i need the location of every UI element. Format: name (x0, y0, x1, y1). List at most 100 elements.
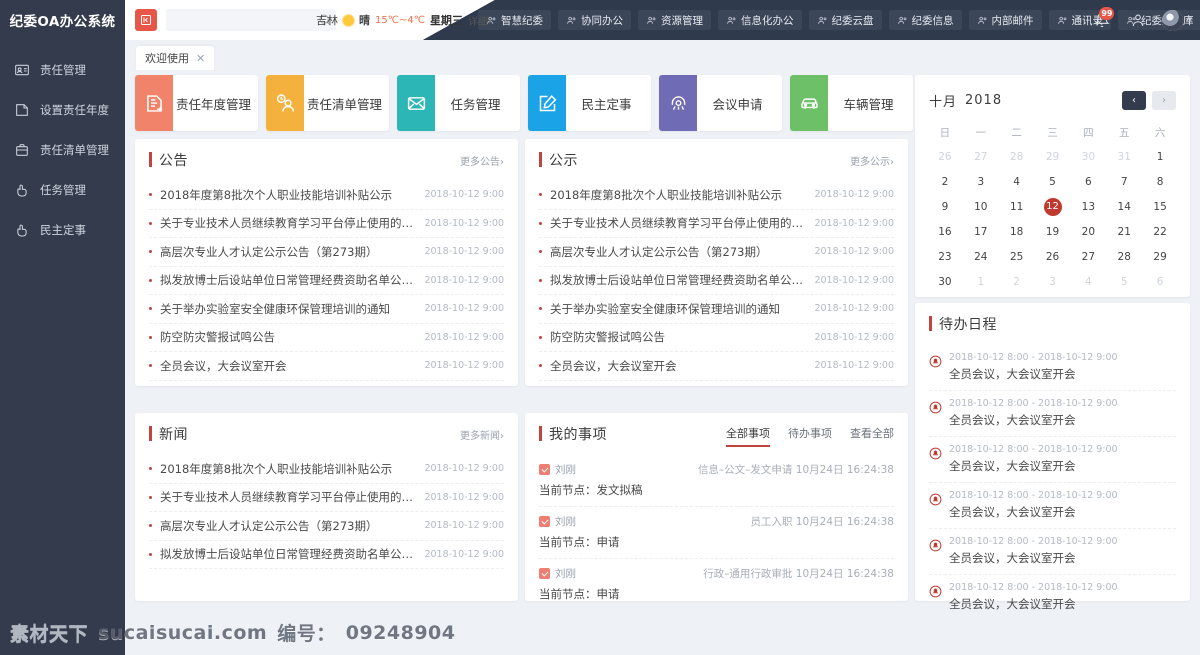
calendar-day[interactable]: 31 (1106, 144, 1142, 169)
calendar-day[interactable]: 27 (963, 144, 999, 169)
schedule-row[interactable]: 2018-10-12 8:00 - 2018-10-12 9:00 全员会议，大会… (929, 437, 1176, 483)
calendar-day[interactable]: 30 (927, 269, 963, 294)
announcement-row[interactable]: 拟发放博士后设站单位日常管理经费资助名单公示... 2018-10-12 9:00 (149, 267, 504, 295)
calendar-day[interactable]: 4 (999, 169, 1035, 194)
calendar-day[interactable]: 17 (963, 219, 999, 244)
calendar-day[interactable]: 25 (999, 244, 1035, 269)
more-publicity-link[interactable]: 更多公示› (850, 153, 894, 168)
calendar-day[interactable]: 28 (999, 144, 1035, 169)
calendar-day[interactable]: 6 (1142, 269, 1178, 294)
calendar-day[interactable]: 7 (1106, 169, 1142, 194)
my-item-row[interactable]: 刘刚 信息–公文–发文申请 10月24日 16:24:38 当前节点：发文拟稿 (539, 455, 894, 507)
calendar-day[interactable]: 14 (1106, 194, 1142, 219)
news-row[interactable]: 关于专业技术人员继续教育学习平台停止使用的温馨提示 2018-10-12 9:00 (149, 484, 504, 512)
shortcut-card-6[interactable]: 车辆管理 (790, 75, 913, 131)
calendar-day[interactable]: 1 (963, 269, 999, 294)
calendar-day[interactable]: 10 (963, 194, 999, 219)
news-row[interactable]: 2018年度第8批次个人职业技能培训补贴公示 2018-10-12 9:00 (149, 455, 504, 484)
calendar-day[interactable]: 5 (1106, 269, 1142, 294)
shortcut-card-1[interactable]: 责任年度管理 (135, 75, 258, 131)
publicity-row[interactable]: 高层次专业人才认定公示公告（第273期） 2018-10-12 9:00 (539, 238, 894, 267)
calendar-day[interactable]: 24 (963, 244, 999, 269)
notifications-button[interactable]: 99 (1084, 0, 1120, 40)
calendar-day[interactable]: 13 (1070, 194, 1106, 219)
calendar-day[interactable]: 20 (1070, 219, 1106, 244)
announcement-row[interactable]: 全员会议，大会议室开会 2018-10-12 9:00 (149, 352, 504, 381)
calendar-day[interactable]: 2 (927, 169, 963, 194)
more-news-link[interactable]: 更多新闻› (460, 427, 504, 442)
calendar-day[interactable]: 29 (1035, 144, 1071, 169)
top-nav-item-2[interactable]: 协同办公 (558, 10, 631, 30)
top-nav-item-6[interactable]: 纪委信息 (888, 10, 962, 30)
top-nav-item-7[interactable]: 内部邮件 (968, 10, 1042, 30)
sidebar-item-4[interactable]: 任务管理 (0, 170, 125, 210)
announcement-row[interactable]: 关于举办实验室安全健康环保管理培训的通知 2018-10-12 9:00 (149, 295, 504, 324)
shortcut-card-4[interactable]: 民主定事 (528, 75, 651, 131)
search-box[interactable] (166, 9, 336, 31)
chevron-right-icon[interactable]: › (1152, 91, 1176, 110)
my-items-tab-1[interactable]: 全部事项 (726, 413, 770, 455)
calendar-day[interactable]: 3 (963, 169, 999, 194)
sidebar-item-2[interactable]: 设置责任年度 (0, 90, 125, 130)
my-items-tab-2[interactable]: 待办事项 (788, 413, 832, 455)
sidebar-item-3[interactable]: 责任清单管理 (0, 130, 125, 170)
my-item-row[interactable]: 刘刚 员工入职 10月24日 16:24:38 当前节点：申请 (539, 507, 894, 559)
chevron-left-icon[interactable]: ‹ (1122, 91, 1146, 110)
calendar-day[interactable]: 5 (1035, 169, 1071, 194)
shortcut-card-2[interactable]: 责任清单管理 (266, 75, 389, 131)
publicity-row[interactable]: 关于举办实验室安全健康环保管理培训的通知 2018-10-12 9:00 (539, 295, 894, 324)
calendar-day[interactable]: 26 (1035, 244, 1071, 269)
shortcut-card-5[interactable]: 会议申请 (659, 75, 782, 131)
calendar-day[interactable]: 29 (1142, 244, 1178, 269)
announcement-row[interactable]: 关于专业技术人员继续教育学习平台停止使用的温馨提示 2018-10-12 9:00 (149, 210, 504, 238)
more-announcements-link[interactable]: 更多公告› (460, 153, 504, 168)
publicity-row[interactable]: 防空防灾警报试鸣公告 2018-10-12 9:00 (539, 324, 894, 352)
announcement-row[interactable]: 防空防灾警报试鸣公告 2018-10-12 9:00 (149, 324, 504, 352)
announcement-row[interactable]: 2018年度第8批次个人职业技能培训补贴公示 2018-10-12 9:00 (149, 181, 504, 210)
calendar-day[interactable]: 27 (1070, 244, 1106, 269)
calendar-day[interactable]: 4 (1070, 269, 1106, 294)
schedule-row[interactable]: 2018-10-12 8:00 - 2018-10-12 9:00 全员会议，大会… (929, 529, 1176, 575)
calendar-day[interactable]: 8 (1142, 169, 1178, 194)
my-item-row[interactable]: 刘刚 行政–通用行政审批 10月24日 16:24:38 当前节点：申请 (539, 559, 894, 611)
search-input[interactable] (173, 11, 318, 29)
schedule-row[interactable]: 2018-10-12 8:00 - 2018-10-12 9:00 全员会议，大会… (929, 483, 1176, 529)
calendar-day[interactable]: 11 (999, 194, 1035, 219)
calendar-day[interactable]: 22 (1142, 219, 1178, 244)
top-nav-item-5[interactable]: 纪委云盘 (808, 10, 882, 30)
calendar-day[interactable]: 9 (927, 194, 963, 219)
calendar-day[interactable]: 15 (1142, 194, 1178, 219)
news-row[interactable]: 拟发放博士后设站单位日常管理经费资助名单公示... 2018-10-12 9:00 (149, 541, 504, 569)
calendar-day[interactable]: 30 (1070, 144, 1106, 169)
schedule-row[interactable]: 2018-10-12 8:00 - 2018-10-12 9:00 全员会议，大会… (929, 391, 1176, 437)
calendar-day[interactable]: 18 (999, 219, 1035, 244)
top-nav-item-4[interactable]: 信息化办公 (718, 10, 802, 30)
schedule-row[interactable]: 2018-10-12 8:00 - 2018-10-12 9:00 全员会议，大会… (929, 345, 1176, 391)
announcement-row[interactable]: 高层次专业人才认定公示公告（第273期） 2018-10-12 9:00 (149, 238, 504, 267)
sidebar-item-1[interactable]: 责任管理 (0, 50, 125, 90)
calendar-day[interactable]: 21 (1106, 219, 1142, 244)
publicity-row[interactable]: 关于专业技术人员继续教育学习平台停止使用的温馨提示 2018-10-12 9:00 (539, 210, 894, 238)
calendar-day[interactable]: 3 (1035, 269, 1071, 294)
calendar-day[interactable]: 1 (1142, 144, 1178, 169)
news-row[interactable]: 高层次专业人才认定公示公告（第273期） 2018-10-12 9:00 (149, 512, 504, 541)
calendar-day[interactable]: 16 (927, 219, 963, 244)
top-nav-item-3[interactable]: 资源管理 (638, 10, 711, 30)
publicity-row[interactable]: 全员会议，大会议室开会 2018-10-12 9:00 (539, 352, 894, 381)
weather-detail-link[interactable]: 详细› (468, 13, 492, 28)
user-account-button[interactable] (1120, 0, 1156, 40)
calendar-day[interactable]: 19 (1035, 219, 1071, 244)
menu-collapse-icon[interactable] (135, 9, 157, 31)
calendar-day[interactable]: 28 (1106, 244, 1142, 269)
calendar-day[interactable]: 2 (999, 269, 1035, 294)
calendar-day-selected[interactable]: 12 (1035, 194, 1071, 219)
shortcut-card-3[interactable]: 任务管理 (397, 75, 520, 131)
close-icon[interactable]: ✕ (196, 52, 205, 65)
tab-welcome[interactable]: 欢迎使用 ✕ (136, 46, 215, 70)
calendar-day[interactable]: 26 (927, 144, 963, 169)
sidebar-item-5[interactable]: 民主定事 (0, 210, 125, 250)
publicity-row[interactable]: 2018年度第8批次个人职业技能培训补贴公示 2018-10-12 9:00 (539, 181, 894, 210)
publicity-row[interactable]: 拟发放博士后设站单位日常管理经费资助名单公示... 2018-10-12 9:00 (539, 267, 894, 295)
my-items-tab-3[interactable]: 查看全部 (850, 413, 894, 455)
calendar-day[interactable]: 23 (927, 244, 963, 269)
